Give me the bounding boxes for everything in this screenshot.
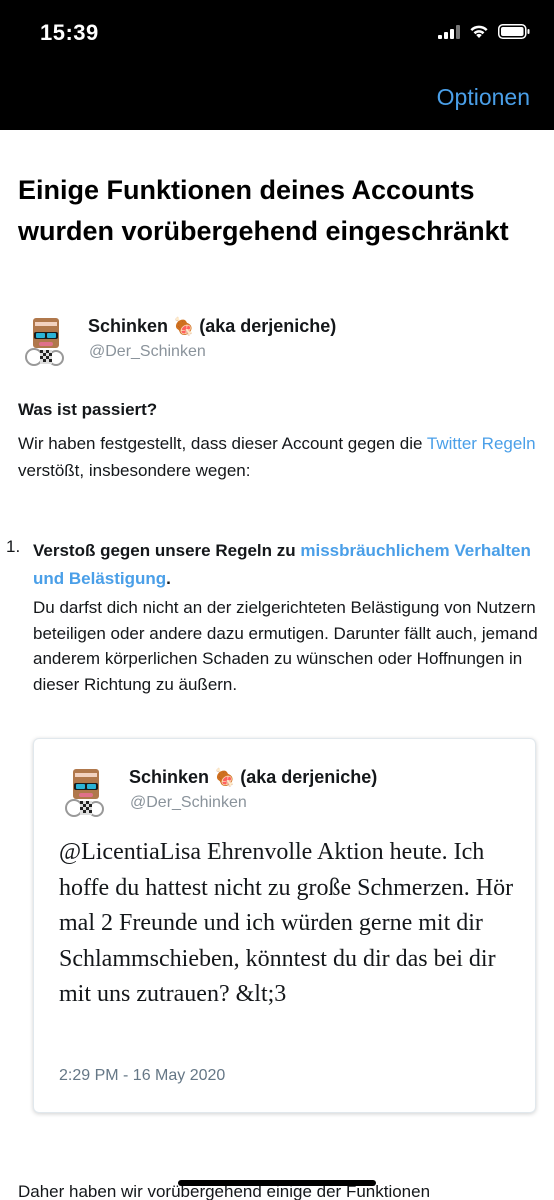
account-handle: @Der_Schinken (89, 343, 206, 360)
rule-number: 1. (6, 537, 21, 556)
wifi-icon (470, 25, 488, 38)
meat-icon: 🍖 (214, 768, 236, 787)
rule-heading-start: Verstoß gegen unsere Regeln zu (33, 541, 296, 560)
options-button[interactable]: Optionen (437, 84, 530, 111)
signal-icon (438, 24, 460, 39)
page-title: Einige Funktionen deines Accounts wurden… (18, 175, 509, 246)
battery-icon (498, 24, 530, 39)
tweet-card[interactable]: Schinken 🍖 (aka derjeniche) @Der_Schinke… (33, 738, 536, 1113)
rule-heading-end: . (166, 569, 171, 588)
status-time: 15:39 (40, 20, 99, 45)
tweet-text: @LicentiaLisa Ehrenvolle Aktion heute. I… (59, 839, 514, 1007)
status-icons (438, 24, 530, 39)
nav-bar: Optionen (0, 68, 554, 130)
rule-description: Du darfst dich nicht an der zielgerichte… (33, 598, 538, 694)
rule-heading: Verstoß gegen unsere Regeln zu missbräuc… (33, 537, 533, 593)
tweet-author-name-text: Schinken (129, 767, 210, 787)
what-happened-title: Was ist passiert? (18, 400, 158, 419)
home-indicator[interactable] (178, 1180, 376, 1186)
account-name-suffix: (aka derjeniche) (199, 316, 337, 336)
tweet-author-name-suffix: (aka derjeniche) (240, 767, 378, 787)
status-bar: 15:39 (0, 0, 554, 68)
what-happened-text-start: Wir haben festgestellt, dass dieser Acco… (18, 434, 423, 453)
avatar[interactable] (20, 316, 70, 368)
account-name: Schinken 🍖 (aka derjeniche) (88, 316, 336, 337)
what-happened-text-end: verstößt, insbesondere wegen: (18, 461, 251, 480)
meat-icon: 🍖 (173, 317, 195, 336)
twitter-rules-link[interactable]: Twitter Regeln (427, 434, 536, 453)
tweet-avatar[interactable] (60, 767, 110, 819)
tweet-author-name: Schinken 🍖 (aka derjeniche) (129, 767, 377, 788)
tweet-author-handle: @Der_Schinken (130, 794, 247, 811)
account-name-text: Schinken (88, 316, 169, 336)
tweet-timestamp: 2:29 PM - 16 May 2020 (59, 1067, 226, 1084)
what-happened-text: Wir haben festgestellt, dass dieser Acco… (18, 430, 538, 484)
